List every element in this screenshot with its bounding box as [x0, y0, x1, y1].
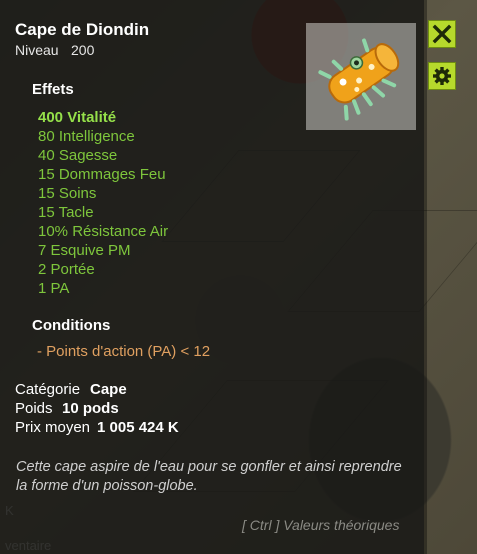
- price-value: 1 005 424 K: [97, 419, 179, 436]
- level-value: 200: [71, 42, 95, 58]
- effects-heading: Effets: [32, 81, 74, 98]
- close-button[interactable]: [428, 20, 456, 48]
- effect-item: 1 PA: [38, 280, 70, 297]
- effect-item: 15 Dommages Feu: [38, 166, 166, 183]
- effect-item: 15 Soins: [38, 185, 97, 202]
- gear-icon: [433, 67, 451, 85]
- price-label: Prix moyen: [15, 419, 91, 436]
- weight-label: Poids: [15, 400, 53, 417]
- condition-item: - Points d'action (PA) < 12: [37, 343, 211, 360]
- weight-value: 10 pods: [62, 400, 119, 417]
- item-name: Cape de Diondin: [15, 20, 150, 39]
- item-tooltip: Cape de Diondin Niveau 200 Effets 400 Vi…: [0, 0, 424, 554]
- panel-edge: [424, 0, 427, 554]
- item-description: Cette cape aspire de l'eau pour se gonfl…: [16, 459, 402, 494]
- level-label: Niveau: [15, 42, 59, 58]
- category-label: Catégorie: [15, 381, 81, 398]
- effect-item: 7 Esquive PM: [38, 242, 131, 259]
- item-image-frame: [306, 23, 416, 130]
- conditions-heading: Conditions: [32, 317, 111, 334]
- cape-icon: [318, 38, 400, 121]
- effects-list: 400 Vitalité 80 Intelligence 40 Sagesse …: [38, 108, 168, 298]
- effect-item: 400 Vitalité: [38, 109, 117, 126]
- effect-item: 40 Sagesse: [38, 147, 118, 164]
- close-icon: [432, 24, 452, 44]
- settings-button[interactable]: [428, 62, 456, 90]
- effect-item: 80 Intelligence: [38, 128, 135, 145]
- effect-item: 10% Résistance Air: [38, 223, 169, 240]
- effect-item: 15 Tacle: [38, 204, 94, 221]
- theoretical-values-hint: [ Ctrl ] Valeurs théoriques: [242, 517, 400, 533]
- category-value: Cape: [90, 381, 127, 398]
- effect-item: 2 Portée: [38, 261, 95, 278]
